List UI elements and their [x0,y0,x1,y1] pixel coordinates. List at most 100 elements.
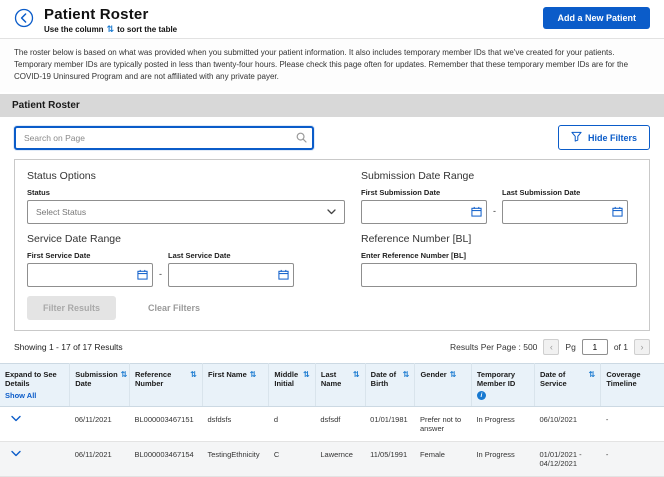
table-row: 06/11/2021 BL000003467151 dsfdsfs d dsfs… [0,407,664,442]
chevron-down-icon [327,207,336,217]
first-submission-date-field: First Submission Date [361,188,487,224]
status-options-heading: Status Options [27,170,345,182]
calendar-icon[interactable] [612,206,623,217]
column-header-date-of-service[interactable]: Date of Service⇅ [534,364,600,407]
sort-icon[interactable]: ⇅ [353,371,360,388]
first-submission-date-input[interactable] [361,200,487,224]
chevron-left-icon: ‹ [550,342,553,352]
search-toolbar: Hide Filters [0,117,664,156]
filter-results-button[interactable]: Filter Results [27,296,116,320]
cell-temporary-member-id: In Progress [471,442,534,477]
sort-icon: ⇅ [107,25,115,34]
column-header-gender[interactable]: Gender⇅ [415,364,471,407]
reference-number-heading: Reference Number [BL] [361,233,637,245]
column-header-date-of-birth[interactable]: Date of Birth⇅ [365,364,415,407]
page-subtitle: Use the column ⇅ to sort the table [44,25,177,34]
chevron-left-circle-icon [14,16,34,31]
last-service-date-input[interactable] [168,263,294,287]
results-per-page: Results Per Page : 500 [450,342,537,352]
expand-row-button[interactable] [5,450,21,457]
last-submission-date-field: Last Submission Date [502,188,628,224]
add-new-patient-button[interactable]: Add a New Patient [543,7,650,29]
last-service-date-label: Last Service Date [168,251,294,260]
sort-icon[interactable]: ⇅ [303,371,310,388]
first-submission-date-label: First Submission Date [361,188,487,197]
show-all-link[interactable]: Show All [5,391,36,400]
calendar-icon[interactable] [471,206,482,217]
first-service-date-label: First Service Date [27,251,153,260]
pagination: Results Per Page : 500 ‹ Pg of 1 › [450,339,650,355]
clear-filters-button[interactable]: Clear Filters [142,302,206,314]
sort-icon[interactable]: ⇅ [450,371,457,379]
service-date-range-group: Service Date Range First Service Date [27,233,345,287]
sort-icon[interactable]: ⇅ [190,371,197,388]
info-icon[interactable]: i [477,391,486,400]
cell-reference-number: BL000003467154 [129,442,202,477]
filters-panel: Status Options Status Select Status Subm… [14,159,650,331]
back-button[interactable] [14,8,34,28]
status-label: Status [27,188,345,197]
cell-first-name: TestingEthnicity [203,442,269,477]
last-submission-date-input[interactable] [502,200,628,224]
cell-submission-date: 06/11/2021 [70,407,130,442]
cell-gender: Female [415,442,471,477]
cell-coverage-timeline: - [601,407,664,442]
first-service-date-input[interactable] [27,263,153,287]
patient-roster-page: Patient Roster Use the column ⇅ to sort … [0,0,664,477]
results-count: Showing 1 - 17 of 17 Results [14,342,123,352]
pg-label: Pg [565,342,575,352]
title-block: Patient Roster Use the column ⇅ to sort … [44,6,177,34]
reference-number-group: Reference Number [BL] Enter Reference Nu… [361,233,637,287]
chevron-down-icon [11,410,21,425]
cell-date-of-service: 06/10/2021 [534,407,600,442]
next-page-button[interactable]: › [634,339,650,355]
search-input[interactable] [14,126,314,150]
top-header: Patient Roster Use the column ⇅ to sort … [0,0,664,39]
submission-date-range-group: Submission Date Range First Submission D… [361,170,637,224]
column-header-temporary-member-id: Temporary Member ID i [471,364,534,407]
page-number-input[interactable] [582,339,608,355]
column-header-reference-number[interactable]: Reference Number⇅ [129,364,202,407]
cell-submission-date: 06/11/2021 [70,442,130,477]
cell-reference-number: BL000003467151 [129,407,202,442]
hide-filters-label: Hide Filters [588,133,637,143]
prev-page-button[interactable]: ‹ [543,339,559,355]
column-header-middle-initial[interactable]: Middle Initial⇅ [269,364,315,407]
column-header-expand: Expand to See Details Show All [0,364,70,407]
cell-last-name: Lawernce [315,442,365,477]
reference-number-input[interactable] [361,263,637,287]
status-select-value: Select Status [36,207,86,217]
patient-roster-table: Expand to See Details Show All Submissio… [0,363,664,477]
cell-middle-initial: C [269,442,315,477]
filters-row-1: Status Options Status Select Status Subm… [27,170,637,224]
cell-expand [0,442,70,477]
intro-text: The roster below is based on what was pr… [0,39,664,92]
column-header-first-name[interactable]: First Name⇅ [203,364,269,407]
sort-icon[interactable]: ⇅ [589,371,596,388]
column-header-submission-date[interactable]: Submission Date⇅ [70,364,130,407]
cell-first-name: dsfdsfs [203,407,269,442]
subtitle-post: to sort the table [117,25,177,34]
cell-date-of-service: 01/01/2021 - 04/12/2021 [534,442,600,477]
service-range-heading: Service Date Range [27,233,345,245]
search-field [14,126,314,150]
cell-middle-initial: d [269,407,315,442]
range-separator: - [159,269,162,287]
cell-date-of-birth: 11/05/1991 [365,442,415,477]
calendar-icon[interactable] [278,269,289,280]
filters-row-2: Service Date Range First Service Date [27,233,637,287]
filter-funnel-icon [571,131,582,144]
chevron-right-icon: › [641,342,644,352]
sort-icon[interactable]: ⇅ [250,371,257,379]
expand-row-button[interactable] [5,415,21,422]
last-submission-date-label: Last Submission Date [502,188,628,197]
hide-filters-button[interactable]: Hide Filters [558,125,650,150]
calendar-icon[interactable] [137,269,148,280]
column-header-last-name[interactable]: Last Name⇅ [315,364,365,407]
status-select[interactable]: Select Status [27,200,345,224]
submission-range-heading: Submission Date Range [361,170,637,182]
sort-icon[interactable]: ⇅ [403,371,410,388]
sort-icon[interactable]: ⇅ [121,371,128,388]
chevron-down-icon [11,445,21,460]
of-total-label: of 1 [614,342,628,352]
